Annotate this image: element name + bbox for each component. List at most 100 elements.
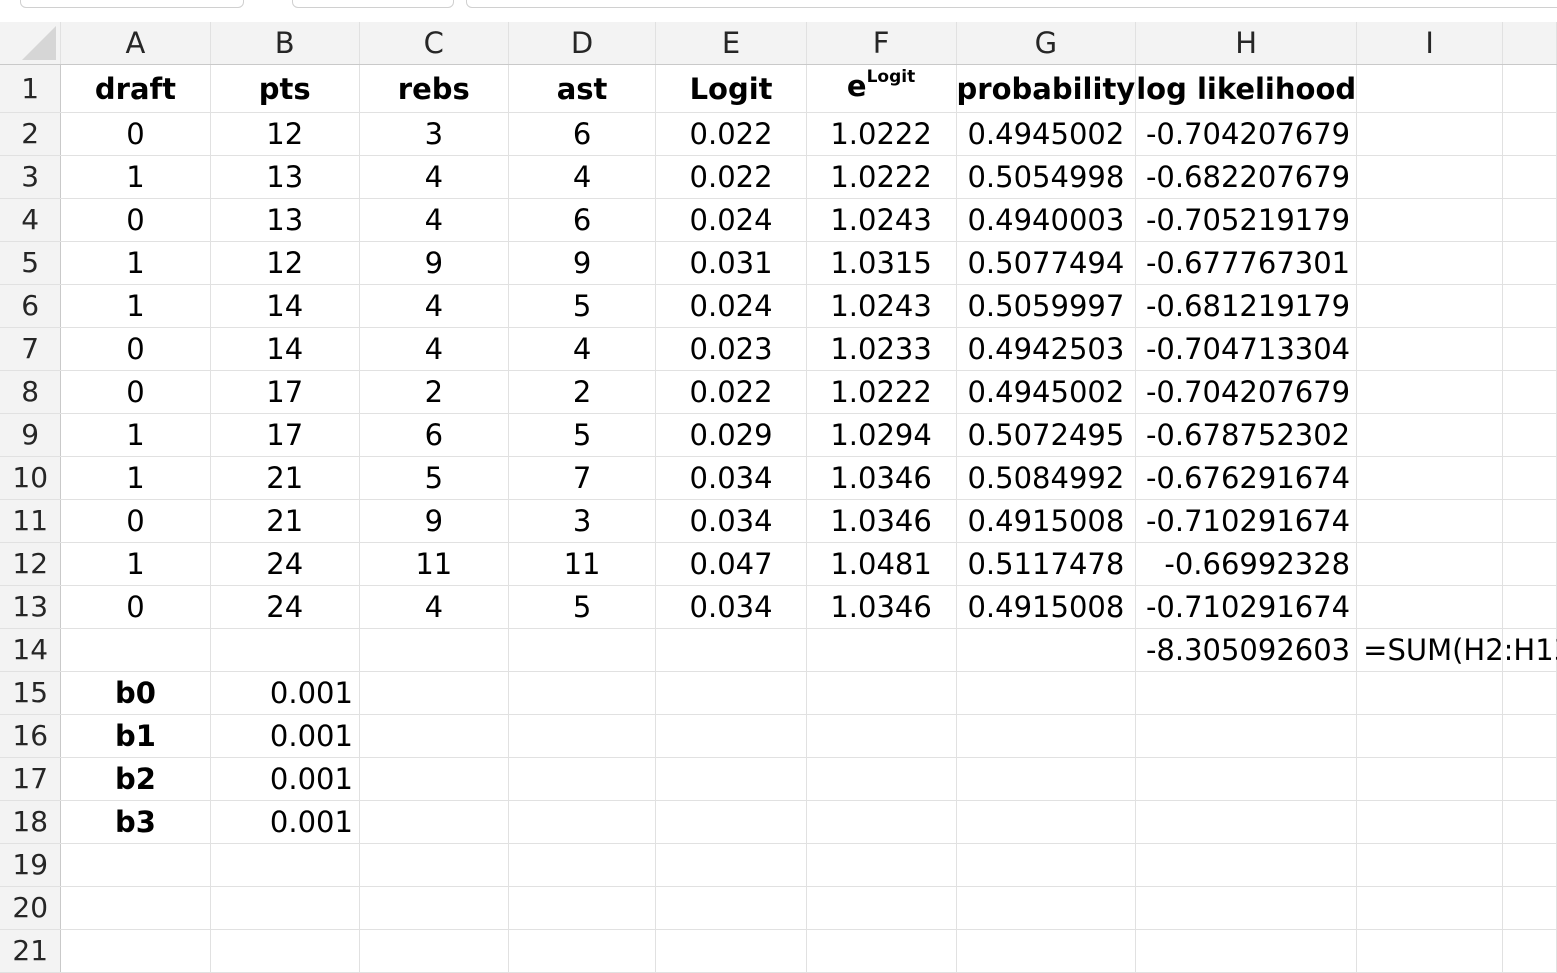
cell-logit[interactable]: 0.024 [655,284,807,328]
cell[interactable] [1356,714,1504,758]
cell-exp-logit[interactable]: 1.0294 [806,413,957,457]
cell-exp-logit[interactable]: 1.0243 [806,284,957,328]
row-header[interactable]: 2 [0,112,62,156]
cell-pts[interactable]: 24 [210,542,360,586]
cell-ast[interactable]: 7 [508,456,657,500]
cell-probability[interactable]: 0.5084992 [956,456,1137,500]
cell[interactable] [1502,456,1557,500]
cell-log-likelihood[interactable]: -0.704207679 [1135,370,1358,414]
cell[interactable] [1502,886,1557,930]
column-header-b[interactable]: B [210,22,360,65]
cell-logit[interactable]: 0.022 [655,112,807,156]
row-header[interactable]: 15 [0,671,62,715]
cell-probability[interactable]: 0.5054998 [956,155,1137,199]
cell[interactable] [359,929,509,973]
cell[interactable] [1356,886,1504,930]
cell-coefficient-name[interactable]: b0 [60,671,211,715]
cell-pts[interactable]: 17 [210,370,360,414]
cell[interactable] [60,628,211,672]
cell[interactable] [806,628,957,672]
cell-ast[interactable]: 6 [508,198,657,242]
cell[interactable] [1502,198,1557,242]
cell-coefficient-value[interactable]: 0.001 [210,671,360,715]
cell-draft[interactable]: 0 [60,327,211,371]
cell-header-pts[interactable]: pts [210,64,360,113]
cell[interactable] [1502,757,1557,801]
cell[interactable] [1502,542,1557,586]
cell[interactable] [508,628,657,672]
cell-rebs[interactable]: 4 [359,585,509,629]
cell[interactable] [1502,241,1557,285]
cell[interactable] [1356,843,1504,887]
cell[interactable] [359,671,509,715]
cell[interactable] [1356,456,1504,500]
cell[interactable] [806,800,957,844]
cell-log-likelihood[interactable]: -0.66992328 [1135,542,1358,586]
cell[interactable] [655,843,807,887]
row-header[interactable]: 17 [0,757,62,801]
cell-coefficient-name[interactable]: b1 [60,714,211,758]
cell-ast[interactable]: 3 [508,499,657,543]
cell-rebs[interactable]: 4 [359,284,509,328]
cell[interactable] [1502,112,1557,156]
cell[interactable] [1356,671,1504,715]
row-header[interactable]: 5 [0,241,62,285]
cell[interactable] [1356,198,1504,242]
cell-probability[interactable]: 0.4915008 [956,585,1137,629]
row-header[interactable]: 13 [0,585,62,629]
row-header[interactable]: 11 [0,499,62,543]
cell[interactable] [1502,284,1557,328]
cell-exp-logit[interactable]: 1.0222 [806,112,957,156]
cell[interactable] [210,929,360,973]
cell[interactable] [655,800,807,844]
cell-pts[interactable]: 13 [210,198,360,242]
cell-exp-logit[interactable]: 1.0233 [806,327,957,371]
cell[interactable] [806,843,957,887]
row-header[interactable]: 9 [0,413,62,457]
cell[interactable] [1502,843,1557,887]
row-header[interactable]: 8 [0,370,62,414]
cell-probability[interactable]: 0.4945002 [956,112,1137,156]
cell-header-probability[interactable]: probability [956,64,1137,113]
cell[interactable] [1135,800,1358,844]
cell[interactable] [806,757,957,801]
cell-rebs[interactable]: 6 [359,413,509,457]
cell-exp-logit[interactable]: 1.0315 [806,241,957,285]
cell-exp-logit[interactable]: 1.0346 [806,456,957,500]
row-header[interactable]: 21 [0,929,62,973]
cell-draft[interactable]: 0 [60,198,211,242]
cell[interactable] [1356,327,1504,371]
cell-probability[interactable]: 0.4940003 [956,198,1137,242]
cell[interactable] [508,886,657,930]
cell[interactable] [655,671,807,715]
cell-logit[interactable]: 0.022 [655,370,807,414]
cell[interactable] [1356,413,1504,457]
cell-probability[interactable]: 0.5059997 [956,284,1137,328]
cell[interactable] [655,886,807,930]
column-header-i[interactable]: I [1356,22,1504,65]
cell[interactable] [1502,929,1557,973]
cell-exp-logit[interactable]: 1.0346 [806,585,957,629]
cell-ast[interactable]: 5 [508,585,657,629]
cell[interactable] [1356,370,1504,414]
cell[interactable] [508,929,657,973]
formula-bar-stub[interactable] [466,0,1557,8]
cell-draft[interactable]: 1 [60,413,211,457]
cell[interactable] [508,671,657,715]
cell[interactable] [1356,585,1504,629]
cell[interactable] [508,800,657,844]
cell[interactable] [1135,843,1358,887]
cell-header-draft[interactable]: draft [60,64,211,113]
row-header[interactable]: 3 [0,155,62,199]
cell-coefficient-name[interactable]: b3 [60,800,211,844]
row-header[interactable]: 1 [0,64,62,113]
cell-pts[interactable]: 21 [210,499,360,543]
cell[interactable] [1356,757,1504,801]
cell-log-likelihood[interactable]: -0.677767301 [1135,241,1358,285]
cell-header-exp-logit[interactable]: eLogit [806,64,957,113]
row-header[interactable]: 18 [0,800,62,844]
cell-logit[interactable]: 0.022 [655,155,807,199]
cell-draft[interactable]: 1 [60,456,211,500]
cell[interactable] [1135,671,1358,715]
row-header[interactable]: 20 [0,886,62,930]
